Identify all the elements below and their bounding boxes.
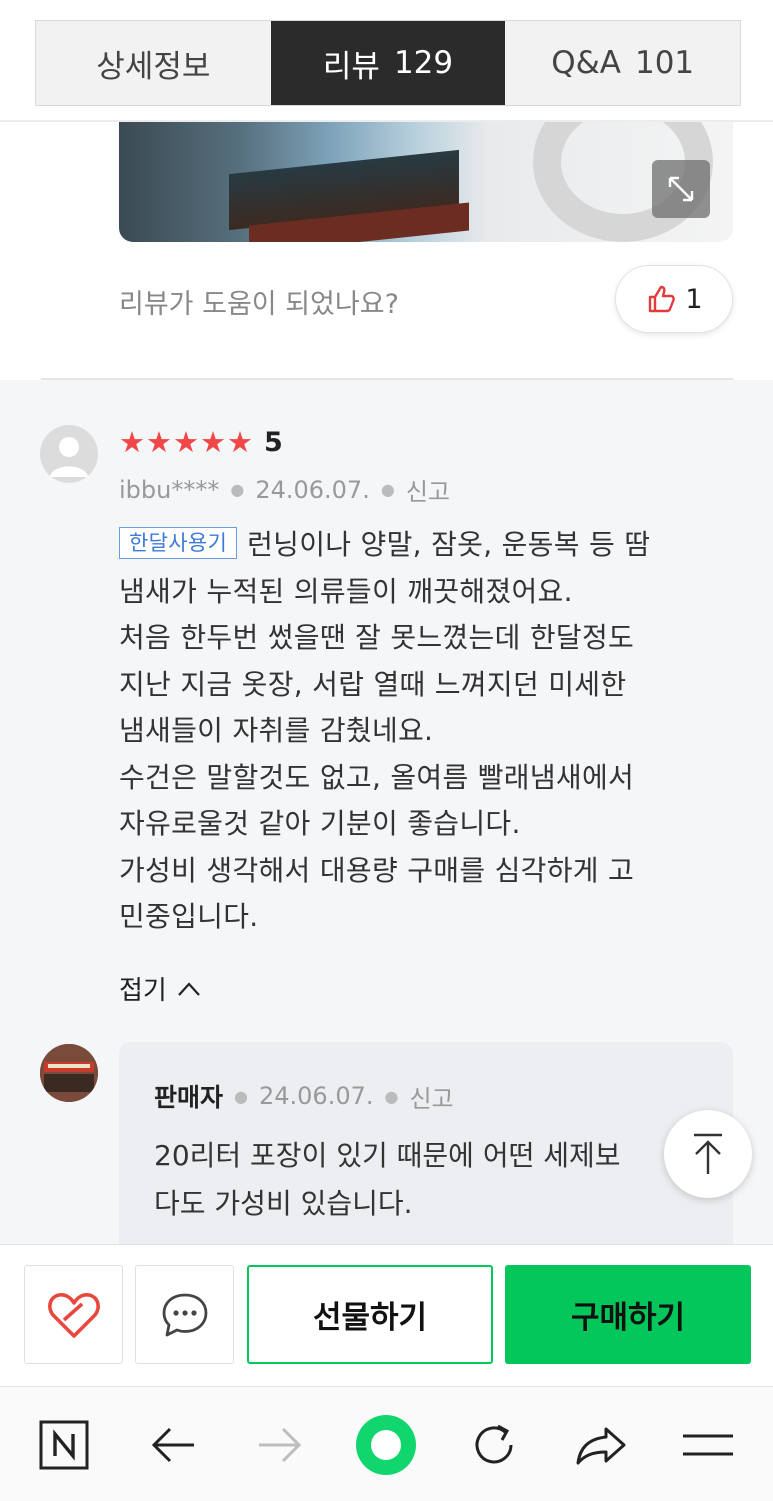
tab-qna[interactable]: Q&A 101	[505, 21, 740, 105]
thumbs-up-icon	[649, 285, 676, 313]
like-button[interactable]: 1	[615, 265, 733, 333]
seller-avatar	[40, 1044, 98, 1102]
forward-arrow-icon[interactable]	[245, 1410, 315, 1480]
tab-qna-count: 101	[634, 45, 695, 81]
rating-stars: ★ ★ ★ ★ ★ 5	[119, 425, 283, 459]
naver-home-icon[interactable]	[29, 1410, 99, 1480]
gift-button[interactable]: 선물하기	[247, 1265, 493, 1364]
tab-detail-label: 상세정보	[96, 48, 211, 85]
review-line: 수건은 말할것도 없고, 올여름 빨래냄새에서	[119, 760, 635, 794]
reply-report-link[interactable]: 신고	[409, 1079, 453, 1114]
refresh-icon[interactable]	[459, 1410, 529, 1480]
chevron-up-icon	[178, 981, 200, 996]
helpful-question: 리뷰가 도움이 되었나요?	[119, 289, 399, 320]
meta-dot: ●	[384, 1086, 399, 1106]
review-line: 한달사용기 런닝이나 양말, 잠옷, 운동복 등 땀	[119, 522, 739, 569]
fold-button[interactable]: 접기	[119, 970, 201, 1007]
arrow-up-icon	[694, 1133, 722, 1174]
star-icon: ★	[173, 425, 199, 459]
review-tabs: 상세정보 리뷰 129 Q&A 101	[35, 20, 741, 106]
review-line: 냄새들이 자취를 감췄네요.	[119, 714, 434, 747]
star-icon: ★	[146, 425, 172, 459]
reply-text: 20리터 포장이 있기 때문에 어떤 세제보 다도 가성비 있습니다.	[154, 1132, 714, 1228]
scroll-to-top-button[interactable]	[664, 1110, 752, 1198]
rating-value: 5	[264, 426, 283, 458]
wishlist-button[interactable]	[24, 1265, 123, 1364]
back-arrow-icon[interactable]	[138, 1410, 208, 1480]
review-date: 24.06.07.	[255, 475, 370, 504]
menu-icon[interactable]	[673, 1410, 743, 1480]
review-text: 한달사용기 런닝이나 양말, 잠옷, 운동복 등 땀 냄새가 누적된 의류들이 깨…	[119, 522, 739, 941]
tab-reviews[interactable]: 리뷰 129	[270, 21, 506, 105]
reply-line: 다도 가성비 있습니다.	[154, 1187, 413, 1220]
tab-detail-info[interactable]: 상세정보	[36, 21, 271, 105]
reply-author: 판매자	[154, 1083, 224, 1112]
star-icon: ★	[227, 425, 253, 459]
tab-reviews-count: 129	[393, 45, 454, 81]
star-icon: ★	[200, 425, 226, 459]
meta-dot: ●	[380, 480, 395, 499]
report-link[interactable]: 신고	[406, 472, 450, 507]
reply-line: 20리터 포장이 있기 때문에 어떤 세제보	[154, 1139, 621, 1172]
heart-icon	[47, 1292, 100, 1338]
share-icon[interactable]	[566, 1410, 636, 1480]
review-photo[interactable]	[119, 122, 733, 242]
reply-date: 24.06.07.	[258, 1082, 374, 1110]
meta-dot: ●	[234, 1086, 248, 1106]
review-meta: ibbu**** ● 24.06.07. ● 신고	[119, 472, 450, 507]
meta-dot: ●	[230, 480, 245, 499]
green-dot-home-icon[interactable]	[350, 1404, 422, 1486]
buy-button[interactable]: 구매하기	[505, 1265, 751, 1364]
review-line: 처음 한두번 썼을땐 잘 못느꼈는데 한달정도	[119, 621, 635, 654]
expand-icon[interactable]	[652, 160, 710, 218]
tab-reviews-label: 리뷰	[322, 48, 380, 85]
tab-qna-label: Q&A	[551, 45, 621, 81]
review-line: 지난 지금 옷장, 서랍 열때 느껴지던 미세한	[119, 667, 627, 701]
review-line: 민중입니다.	[119, 900, 259, 933]
review-line: 냄새가 누적된 의류들이 깨끗해졌어요.	[119, 574, 573, 608]
star-icon: ★	[119, 425, 145, 459]
fold-label: 접기	[119, 976, 167, 1006]
like-count: 1	[685, 283, 703, 315]
reply-meta: 판매자 ● 24.06.07. ● 신고	[154, 1078, 454, 1114]
avatar	[40, 425, 98, 483]
review-author: ibbu****	[119, 475, 220, 504]
review-line: 가성비 생각해서 대용량 구매를 심각하게 고	[119, 853, 635, 887]
talk-button[interactable]	[135, 1265, 234, 1364]
chat-bubble-icon	[162, 1293, 207, 1336]
month-usage-badge: 한달사용기	[119, 527, 238, 559]
review-line: 자유로울것 같아 기분이 좋습니다.	[119, 807, 521, 840]
review-line-text: 런닝이나 양말, 잠옷, 운동복 등 땀	[247, 528, 651, 561]
